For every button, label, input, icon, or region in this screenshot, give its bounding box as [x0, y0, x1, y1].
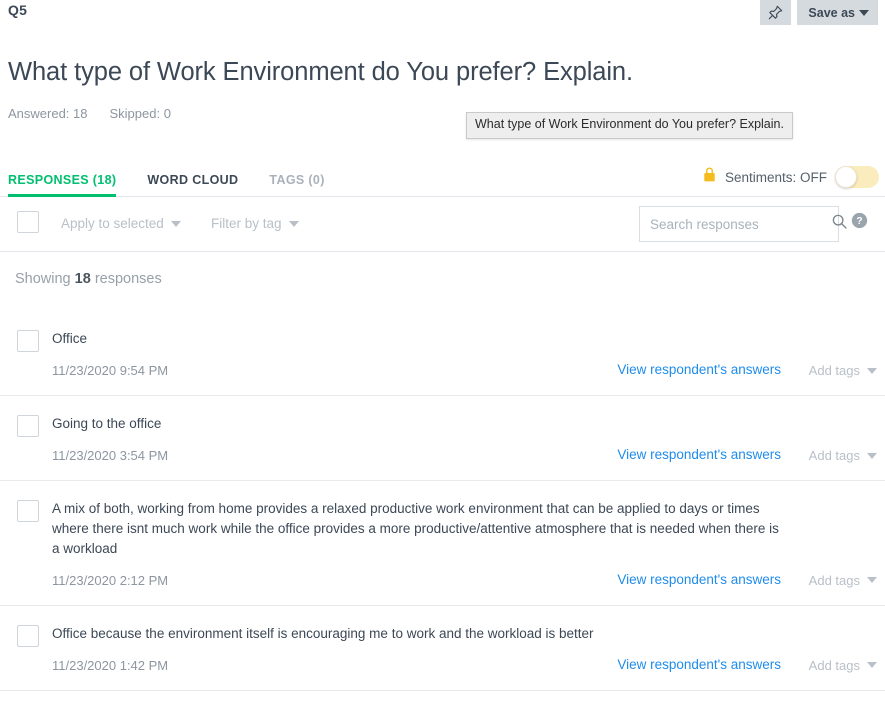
pushpin-icon [767, 4, 784, 21]
chevron-down-icon [867, 577, 877, 584]
row-footer: 11/23/2020 1:42 PM View respondent's ans… [0, 656, 885, 676]
response-text: Going to the office [52, 416, 162, 431]
response-text: A mix of both, working from home provide… [52, 501, 779, 556]
top-actions: Save as [760, 0, 878, 25]
chevron-down-icon [859, 9, 869, 16]
sentiments-control: Sentiments: OFF [702, 166, 879, 188]
add-tags-dropdown[interactable]: Add tags [809, 573, 877, 588]
response-text: Office [52, 331, 88, 346]
lock-icon [702, 166, 717, 188]
select-all-checkbox[interactable] [17, 211, 39, 233]
tab-word-cloud[interactable]: WORD CLOUD [147, 173, 238, 197]
question-number: Q5 [8, 2, 28, 18]
chevron-down-icon [170, 220, 181, 227]
filter-by-tag-dropdown[interactable]: Filter by tag [211, 216, 299, 231]
response-date: 11/23/2020 3:54 PM [52, 448, 169, 463]
chevron-down-icon [867, 367, 877, 374]
apply-to-selected-dropdown[interactable]: Apply to selected [61, 216, 181, 231]
add-tags-label: Add tags [808, 448, 860, 463]
response-text: Office because the environment itself is… [52, 625, 594, 641]
row-footer: 11/23/2020 9:54 PM View respondent's ans… [0, 361, 885, 381]
save-as-button[interactable]: Save as [797, 0, 878, 25]
row-checkbox[interactable] [17, 330, 39, 352]
save-as-label: Save as [808, 5, 855, 20]
add-tags-label: Add tags [808, 572, 860, 588]
response-date: 11/23/2020 1:42 PM [52, 657, 169, 673]
row-footer: 11/23/2020 3:54 PM View respondent's ans… [0, 446, 885, 466]
table-row: Going to the office 11/23/2020 3:54 PM V… [0, 396, 885, 481]
search-box [639, 206, 847, 242]
view-respondent-answers-link[interactable]: View respondent's answers [617, 362, 781, 377]
response-date: 11/23/2020 9:54 PM [52, 363, 169, 378]
response-date: 11/23/2020 2:12 PM [52, 572, 169, 588]
row-checkbox[interactable] [17, 415, 39, 437]
response-viewer-page: Q5 Save as What type of Work Environment… [0, 0, 885, 706]
table-row: A mix of both, working from home provide… [0, 481, 885, 606]
showing-prefix: Showing [15, 271, 71, 287]
view-respondent-answers-link[interactable]: View respondent's answers [617, 657, 781, 672]
search-input[interactable] [640, 207, 831, 241]
add-tags-dropdown[interactable]: Add tags [809, 363, 877, 378]
sentiments-toggle[interactable] [835, 166, 879, 188]
svg-text:?: ? [856, 216, 862, 227]
search-icon[interactable] [831, 213, 848, 235]
showing-count: 18 [74, 271, 91, 287]
tab-bar: RESPONSES (18) WORD CLOUD TAGS (0) Senti… [0, 157, 885, 197]
view-respondent-answers-link[interactable]: View respondent's answers [617, 447, 781, 462]
add-tags-label: Add tags [808, 657, 860, 673]
sentiments-label: Sentiments: OFF [724, 169, 827, 185]
skipped-count: Skipped: 0 [109, 106, 171, 121]
answered-count: Answered: 18 [8, 106, 88, 121]
top-bar: Q5 Save as [0, 0, 885, 30]
showing-count-text: Showing 18 responses [15, 271, 162, 287]
table-row: Office 11/23/2020 9:54 PM View responden… [0, 311, 885, 396]
add-tags-dropdown[interactable]: Add tags [809, 658, 877, 673]
apply-to-selected-label: Apply to selected [61, 216, 164, 231]
chevron-down-icon [288, 220, 299, 227]
chevron-down-icon [867, 662, 877, 669]
chevron-down-icon [867, 452, 877, 459]
responses-list: Office 11/23/2020 9:54 PM View responden… [0, 311, 885, 691]
tab-list: RESPONSES (18) WORD CLOUD TAGS (0) [8, 173, 356, 197]
row-checkbox[interactable] [17, 624, 39, 647]
question-tooltip: What type of Work Environment do You pre… [466, 112, 793, 139]
filter-by-tag-label: Filter by tag [211, 216, 282, 231]
add-tags-dropdown[interactable]: Add tags [809, 448, 877, 463]
tab-responses[interactable]: RESPONSES (18) [8, 173, 117, 197]
showing-suffix: responses [94, 271, 162, 287]
row-footer: 11/23/2020 2:12 PM View respondent's ans… [0, 571, 885, 591]
table-row: Office because the environment itself is… [0, 606, 885, 691]
help-icon[interactable]: ? [851, 212, 868, 234]
page-title: What type of Work Environment do You pre… [8, 58, 633, 86]
response-meta: Answered: 18 Skipped: 0 [8, 106, 171, 121]
row-checkbox[interactable] [17, 500, 39, 522]
view-respondent-answers-link[interactable]: View respondent's answers [617, 572, 781, 587]
toggle-knob [835, 166, 857, 188]
responses-toolbar: Apply to selected Filter by tag ? [0, 197, 885, 252]
pin-button[interactable] [760, 0, 792, 25]
tab-tags[interactable]: TAGS (0) [269, 173, 324, 197]
add-tags-label: Add tags [808, 363, 860, 378]
